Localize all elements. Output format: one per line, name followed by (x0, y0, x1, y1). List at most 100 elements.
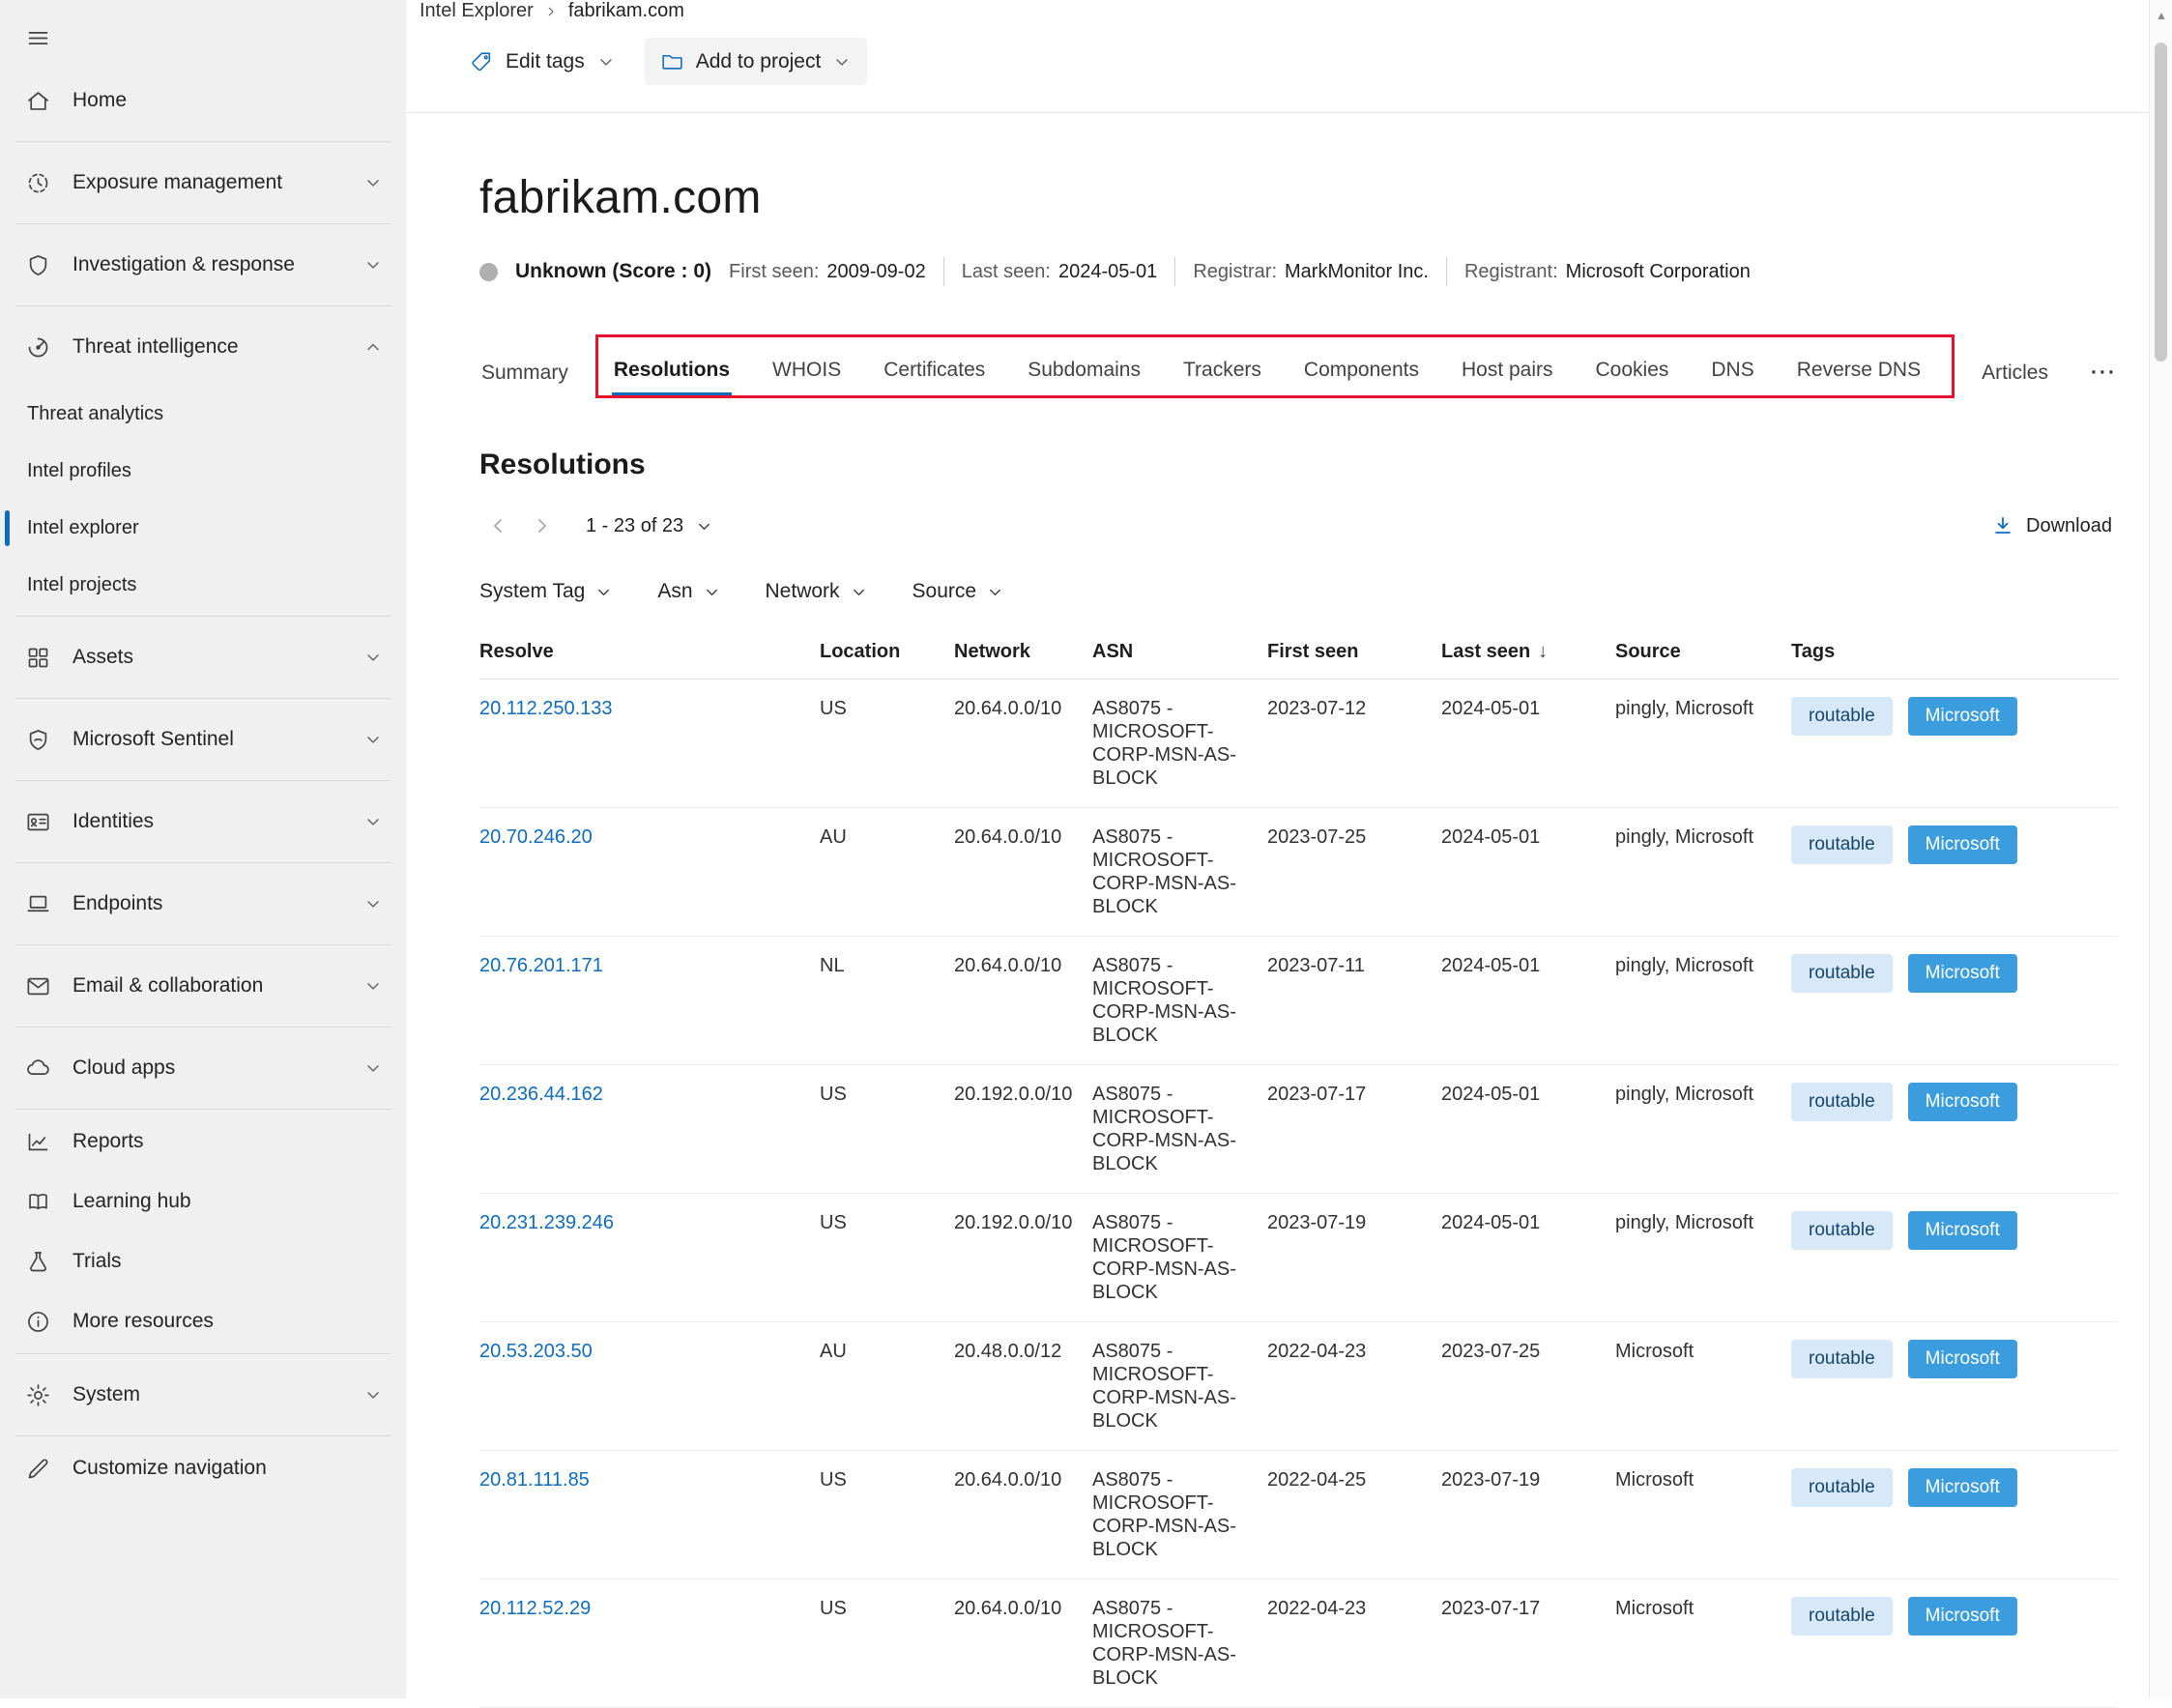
resolve-link[interactable]: 20.231.239.246 (479, 1212, 614, 1233)
sidebar-item-reports[interactable]: Reports (0, 1112, 406, 1172)
cell-resolve: 20.81.111.85 (479, 1451, 820, 1509)
column-header-location[interactable]: Location (820, 628, 954, 679)
filter-system-tag[interactable]: System Tag (479, 580, 613, 603)
sidebar-item-intel-projects[interactable]: Intel projects (0, 557, 406, 614)
sidebar-item-label: Microsoft Sentinel (72, 728, 234, 751)
sidebar-item-label: Intel projects (27, 574, 136, 596)
tab-summary[interactable]: Summary (479, 352, 570, 398)
sidebar-item-more-resources[interactable]: More resources (0, 1291, 406, 1351)
vertical-separator (1174, 257, 1175, 286)
sidebar-item-cloud-apps[interactable]: Cloud apps (0, 1029, 406, 1107)
column-header-resolve[interactable]: Resolve (479, 628, 820, 679)
sort-descending-icon: ↓ (1538, 641, 1548, 662)
resolutions-table: Resolve Location Network ASN First seen … (479, 628, 2118, 1708)
sidebar-item-home[interactable]: Home (0, 62, 406, 139)
sidebar-item-system[interactable]: System (0, 1356, 406, 1433)
chevron-down-icon (363, 648, 383, 667)
cell-asn: AS8075 - MICROSOFT-CORP-MSN-AS-BLOCK (1092, 808, 1267, 936)
cell-last-seen: 2023-07-17 (1441, 1579, 1615, 1637)
resolve-link[interactable]: 20.76.201.171 (479, 955, 603, 976)
tab-certificates[interactable]: Certificates (882, 349, 987, 395)
cell-tags: routable Microsoft (1791, 1194, 2118, 1267)
tab-cookies[interactable]: Cookies (1594, 349, 1671, 395)
sidebar-item-intel-explorer[interactable]: Intel explorer (0, 500, 406, 557)
resolve-link[interactable]: 20.70.246.20 (479, 826, 593, 848)
resolve-link[interactable]: 20.81.111.85 (479, 1469, 590, 1491)
sidebar-item-label: More resources (72, 1310, 214, 1333)
tab-reverse-dns[interactable]: Reverse DNS (1795, 349, 1923, 395)
cell-last-seen: 2024-05-01 (1441, 808, 1615, 866)
cell-source: pingly, Microsoft (1615, 1194, 1791, 1252)
filter-asn[interactable]: Asn (657, 580, 720, 603)
chevron-down-icon (363, 894, 383, 913)
cell-tags: routable Microsoft (1791, 1451, 2118, 1524)
resolve-link[interactable]: 20.112.250.133 (479, 698, 613, 719)
sidebar-item-exposure-management[interactable]: Exposure management (0, 144, 406, 221)
sidebar-item-learning-hub[interactable]: Learning hub (0, 1172, 406, 1231)
sidebar-item-email-collaboration[interactable]: Email & collaboration (0, 947, 406, 1025)
page-range-dropdown[interactable]: 1 - 23 of 23 (586, 515, 713, 537)
column-header-first-seen[interactable]: First seen (1267, 628, 1441, 679)
filter-network[interactable]: Network (766, 580, 868, 603)
edit-tags-label: Edit tags (506, 50, 585, 73)
filter-source[interactable]: Source (912, 580, 1005, 603)
sidebar-item-customize-navigation[interactable]: Customize navigation (0, 1438, 406, 1498)
gear-icon (25, 1382, 51, 1408)
tab-trackers[interactable]: Trackers (1181, 349, 1263, 395)
column-header-label: Last seen (1441, 641, 1530, 662)
tab-articles[interactable]: Articles (1980, 352, 2050, 398)
score-indicator-icon (479, 263, 498, 281)
tab-host-pairs[interactable]: Host pairs (1460, 349, 1555, 395)
vertical-scrollbar[interactable]: ▲ (2149, 0, 2172, 1698)
column-header-network[interactable]: Network (954, 628, 1092, 679)
tab-resolutions[interactable]: Resolutions (612, 349, 732, 395)
breadcrumb-intel-explorer[interactable]: Intel Explorer (420, 0, 534, 22)
breadcrumb-current-page[interactable]: fabrikam.com (568, 0, 684, 22)
sidebar-item-assets[interactable]: Assets (0, 619, 406, 696)
field-value: MarkMonitor Inc. (1285, 261, 1429, 283)
sidebar-item-investigation-response[interactable]: Investigation & response (0, 226, 406, 304)
resolve-link[interactable]: 20.53.203.50 (479, 1341, 593, 1362)
scroll-up-arrow-icon[interactable]: ▲ (2156, 10, 2167, 21)
cell-tags: routable Microsoft (1791, 937, 2118, 1010)
sidebar-item-label: Intel explorer (27, 517, 139, 539)
cell-location: AU (820, 808, 954, 866)
download-button[interactable]: Download (1985, 513, 2118, 538)
tab-components[interactable]: Components (1302, 349, 1421, 395)
first-seen-field: First seen: 2009-09-02 (729, 261, 926, 283)
sidebar-item-threat-analytics[interactable]: Threat analytics (0, 386, 406, 443)
sidebar-item-identities[interactable]: Identities (0, 783, 406, 860)
tabs-overflow-button[interactable]: ··· (2089, 352, 2119, 398)
tab-whois[interactable]: WHOIS (770, 349, 843, 395)
sidebar-item-threat-intelligence[interactable]: Threat intelligence (0, 308, 406, 386)
hamburger-menu-button[interactable] (0, 10, 51, 62)
next-page-button[interactable] (522, 507, 561, 545)
artifact-summary-row: Unknown (Score : 0) First seen: 2009-09-… (479, 257, 2118, 286)
previous-page-button[interactable] (479, 507, 518, 545)
tab-dns[interactable]: DNS (1709, 349, 1755, 395)
scrollbar-thumb[interactable] (2155, 43, 2167, 362)
sidebar-item-microsoft-sentinel[interactable]: Microsoft Sentinel (0, 701, 406, 778)
chevron-down-icon (594, 583, 613, 601)
sidebar-divider (15, 780, 391, 781)
endpoints-laptop-icon (25, 891, 51, 917)
resolve-link[interactable]: 20.236.44.162 (479, 1084, 603, 1105)
add-to-project-button[interactable]: Add to project (645, 38, 868, 85)
sidebar-item-intel-profiles[interactable]: Intel profiles (0, 443, 406, 500)
resolve-link[interactable]: 20.112.52.29 (479, 1598, 591, 1619)
column-header-last-seen[interactable]: Last seen ↓ (1441, 628, 1615, 679)
cell-resolve: 20.70.246.20 (479, 808, 820, 866)
annotation-highlight-box: Resolutions WHOIS Certificates Subdomain… (595, 334, 1955, 398)
sidebar-item-trials[interactable]: Trials (0, 1231, 406, 1291)
sidebar-divider (15, 1435, 391, 1436)
edit-tags-button[interactable]: Edit tags (454, 38, 631, 85)
sidebar-item-label: Home (72, 89, 127, 112)
main-content: Intel Explorer fabrikam.com Edit tags Ad… (406, 0, 2172, 1698)
cell-resolve: 20.231.239.246 (479, 1194, 820, 1252)
column-header-asn[interactable]: ASN (1092, 628, 1267, 679)
column-header-tags[interactable]: Tags (1791, 628, 2118, 679)
sidebar-item-endpoints[interactable]: Endpoints (0, 865, 406, 942)
column-header-source[interactable]: Source (1615, 628, 1791, 679)
tab-subdomains[interactable]: Subdomains (1026, 349, 1143, 395)
chevron-down-icon (986, 583, 1004, 601)
